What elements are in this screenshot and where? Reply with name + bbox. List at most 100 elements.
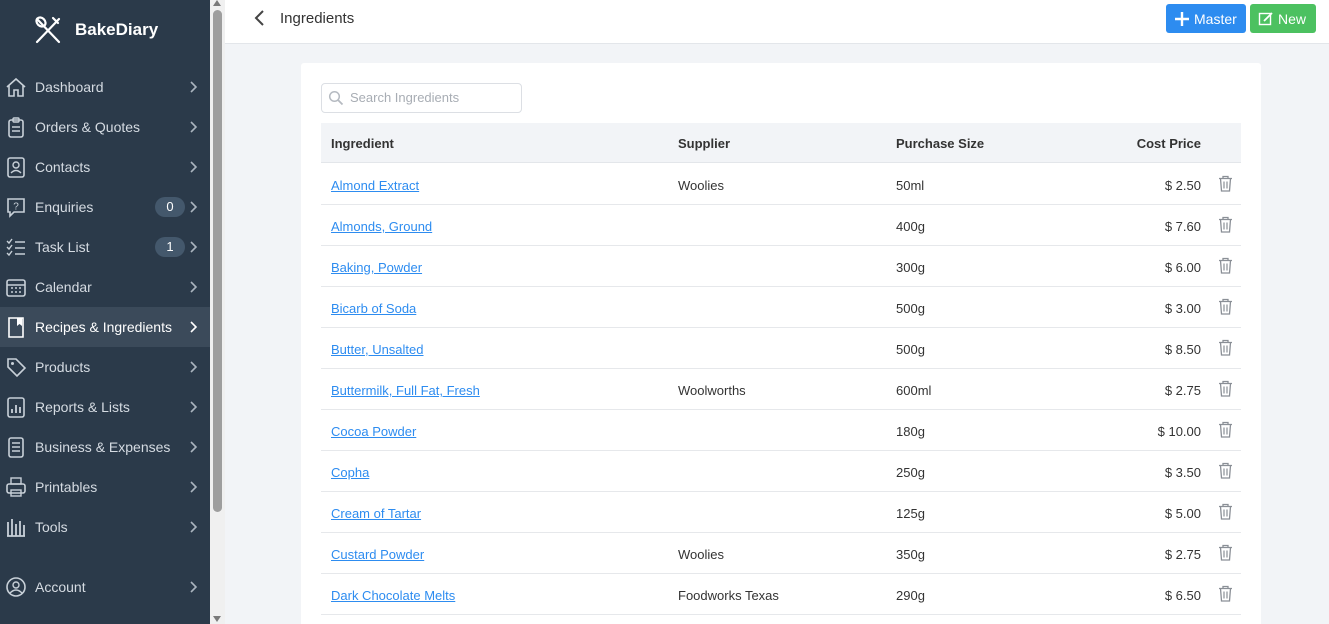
header-supplier[interactable]: Supplier [678,136,730,151]
trash-icon[interactable] [1218,544,1233,561]
chevron-right-icon [190,241,198,253]
header-ingredient[interactable]: Ingredient [331,136,394,151]
cost-price-cell: $ 3.50 [1164,465,1201,480]
purchase-size-cell: 600ml [896,383,932,398]
checklist-icon [5,236,27,258]
sidebar-item-tools[interactable]: Tools [0,507,210,547]
table-row: Baking, Powder 300g $ 6.00 [321,246,1241,287]
trash-icon[interactable] [1218,380,1233,397]
cost-price-cell: $ 7.60 [1164,219,1201,234]
table-row: Dark Chocolate Melts Foodworks Texas 290g $… [321,574,1241,615]
calendar-icon [5,276,27,298]
scroll-down-arrow-icon[interactable] [213,616,221,622]
ingredient-link[interactable]: Cream of Tartar [331,506,421,521]
ingredient-link[interactable]: Dark Chocolate Melts [331,588,455,603]
sidebar-item-enquiries[interactable]: ? Enquiries 0 [0,187,210,227]
trash-icon[interactable] [1218,503,1233,520]
ingredient-link[interactable]: Almond Extract [331,178,419,193]
page-title: Ingredients [280,10,355,27]
ingredient-link[interactable]: Buttermilk, Full Fat, Fresh [331,383,480,398]
sidebar-item-orders-quotes[interactable]: Orders & Quotes [0,107,210,147]
search-icon [328,90,344,106]
sidebar-item-label: Printables [35,479,98,495]
book-icon [5,316,27,338]
account-icon [5,576,27,598]
sidebar-item-recipes-ingredients[interactable]: Recipes & Ingredients [0,307,210,347]
new-ingredient-label: New [1278,10,1307,27]
header-purchase-size[interactable]: Purchase Size [896,136,984,151]
trash-icon[interactable] [1218,257,1233,274]
ingredient-link[interactable]: Custard Powder [331,547,424,562]
sidebar-item-label: Products [35,359,91,375]
trash-icon[interactable] [1218,216,1233,233]
ingredient-link[interactable]: Almonds, Ground [331,219,432,234]
sidebar-item-business-expenses[interactable]: Business & Expenses [0,427,210,467]
cost-price-cell: $ 2.50 [1164,178,1201,193]
chevron-right-icon [190,521,198,533]
chevron-right-icon [190,361,198,373]
chevron-right-icon [190,581,198,593]
sidebar-item-task-list[interactable]: Task List 1 [0,227,210,267]
sidebar-scrollbar[interactable] [210,0,225,624]
trash-icon[interactable] [1218,462,1233,479]
trash-icon[interactable] [1218,585,1233,602]
table-header: Ingredient Supplier Purchase Size Cost P… [321,123,1241,163]
sidebar-item-calendar[interactable]: Calendar [0,267,210,307]
scroll-thumb[interactable] [213,10,222,512]
chevron-right-icon [190,281,198,293]
cost-price-cell: $ 6.50 [1164,588,1201,603]
sidebar-item-contacts[interactable]: Contacts [0,147,210,187]
purchase-size-cell: 290g [896,588,925,603]
supplier-cell: Woolies [678,547,725,562]
count-badge: 1 [155,237,185,257]
scroll-up-arrow-icon[interactable] [213,0,221,6]
add-master-button[interactable]: Master [1166,4,1246,33]
sidebar-item-label: Dashboard [35,79,104,95]
ingredient-link[interactable]: Cocoa Powder [331,424,416,439]
sidebar-item-reports-lists[interactable]: Reports & Lists [0,387,210,427]
new-ingredient-button[interactable]: New [1250,4,1316,33]
chevron-right-icon [190,401,198,413]
ingredient-link[interactable]: Baking, Powder [331,260,422,275]
trash-icon[interactable] [1218,175,1233,192]
search-input[interactable] [350,90,515,105]
table-row: Almonds, Ground 400g $ 7.60 [321,205,1241,246]
sidebar-item-printables[interactable]: Printables [0,467,210,507]
search-box[interactable] [321,83,522,113]
back-chevron-icon[interactable] [253,9,267,27]
purchase-size-cell: 250g [896,465,925,480]
chevron-right-icon [190,481,198,493]
sidebar-item-dashboard[interactable]: Dashboard [0,67,210,107]
top-bar: Ingredients Master New [225,0,1329,44]
ingredient-link[interactable]: Bicarb of Soda [331,301,416,316]
table-row: Custard Powder Woolies 350g $ 2.75 [321,533,1241,574]
count-badge: 0 [155,197,185,217]
chevron-right-icon [190,441,198,453]
sidebar-item-label: Calendar [35,279,92,295]
sidebar-item-products[interactable]: Products [0,347,210,387]
supplier-cell: Woolworths [678,383,746,398]
ledger-icon [5,436,27,458]
trash-icon[interactable] [1218,339,1233,356]
home-icon [5,76,27,98]
cost-price-cell: $ 3.00 [1164,301,1201,316]
table-row: Buttermilk, Full Fat, Fresh Woolworths 600… [321,369,1241,410]
trash-icon[interactable] [1218,298,1233,315]
purchase-size-cell: 300g [896,260,925,275]
purchase-size-cell: 50ml [896,178,925,193]
trash-icon[interactable] [1218,421,1233,438]
table-row: Cocoa Powder 180g $ 10.00 [321,410,1241,451]
cost-price-cell: $ 5.00 [1164,506,1201,521]
svg-text:?: ? [13,202,19,213]
sidebar-item-account[interactable]: Account [0,567,210,607]
header-cost-price[interactable]: Cost Price [1137,136,1201,151]
ingredient-link[interactable]: Copha [331,465,369,480]
sidebar-item-label: Orders & Quotes [35,119,141,135]
chevron-right-icon [190,121,198,133]
chevron-right-icon [190,201,198,213]
supplier-cell: Foodworks Texas [678,588,779,603]
brand-logo[interactable]: BakeDiary [0,0,210,60]
ingredient-link[interactable]: Butter, Unsalted [331,342,424,357]
contact-card-icon [5,156,27,178]
supplier-cell: Woolies [678,178,725,193]
